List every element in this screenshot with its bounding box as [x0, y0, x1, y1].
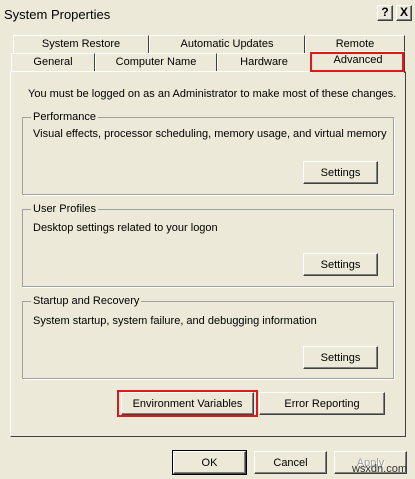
- tab-automatic-updates[interactable]: Automatic Updates: [149, 35, 305, 54]
- startup-recovery-group: Startup and Recovery System startup, sys…: [22, 295, 394, 379]
- group-description: Desktop settings related to your logon: [33, 222, 218, 234]
- close-button[interactable]: X: [396, 5, 412, 21]
- user-profiles-settings-button[interactable]: Settings: [303, 253, 378, 276]
- title-bar: System Properties ? X: [0, 0, 415, 30]
- cancel-button[interactable]: Cancel: [254, 451, 327, 474]
- group-title: User Profiles: [31, 203, 98, 216]
- tab-label: Hardware: [240, 56, 288, 68]
- help-button[interactable]: ?: [377, 5, 393, 21]
- watermark: wsxdn.com: [351, 463, 407, 475]
- performance-settings-button[interactable]: Settings: [303, 161, 378, 184]
- tab-advanced[interactable]: Advanced: [311, 51, 405, 73]
- group-title: Performance: [31, 111, 98, 124]
- user-profiles-group: User Profiles Desktop settings related t…: [22, 203, 394, 287]
- startup-recovery-settings-button[interactable]: Settings: [303, 346, 378, 369]
- group-title: Startup and Recovery: [31, 295, 142, 308]
- tab-label: System Restore: [41, 38, 121, 50]
- performance-group: Performance Visual effects, processor sc…: [22, 111, 394, 195]
- tab-hardware[interactable]: Hardware: [217, 53, 311, 72]
- tab-computer-name[interactable]: Computer Name: [95, 53, 217, 72]
- tab-label: Advanced: [333, 54, 383, 66]
- tab-label: General: [33, 56, 73, 68]
- help-icon: ?: [381, 5, 389, 19]
- environment-variables-button[interactable]: Environment Variables: [121, 392, 254, 415]
- group-description: System startup, system failure, and debu…: [33, 315, 317, 327]
- tab-label: Automatic Updates: [180, 38, 274, 50]
- group-description: Visual effects, processor scheduling, me…: [33, 128, 387, 140]
- tab-general[interactable]: General: [11, 53, 95, 72]
- window-title: System Properties: [4, 7, 111, 22]
- error-reporting-button[interactable]: Error Reporting: [259, 392, 385, 415]
- tab-system-restore[interactable]: System Restore: [13, 35, 149, 54]
- admin-note: You must be logged on as an Administrato…: [28, 88, 397, 100]
- ok-button[interactable]: OK: [172, 450, 247, 475]
- tab-label: Remote: [335, 38, 375, 50]
- close-icon: X: [399, 5, 408, 19]
- tab-label: Computer Name: [115, 56, 197, 68]
